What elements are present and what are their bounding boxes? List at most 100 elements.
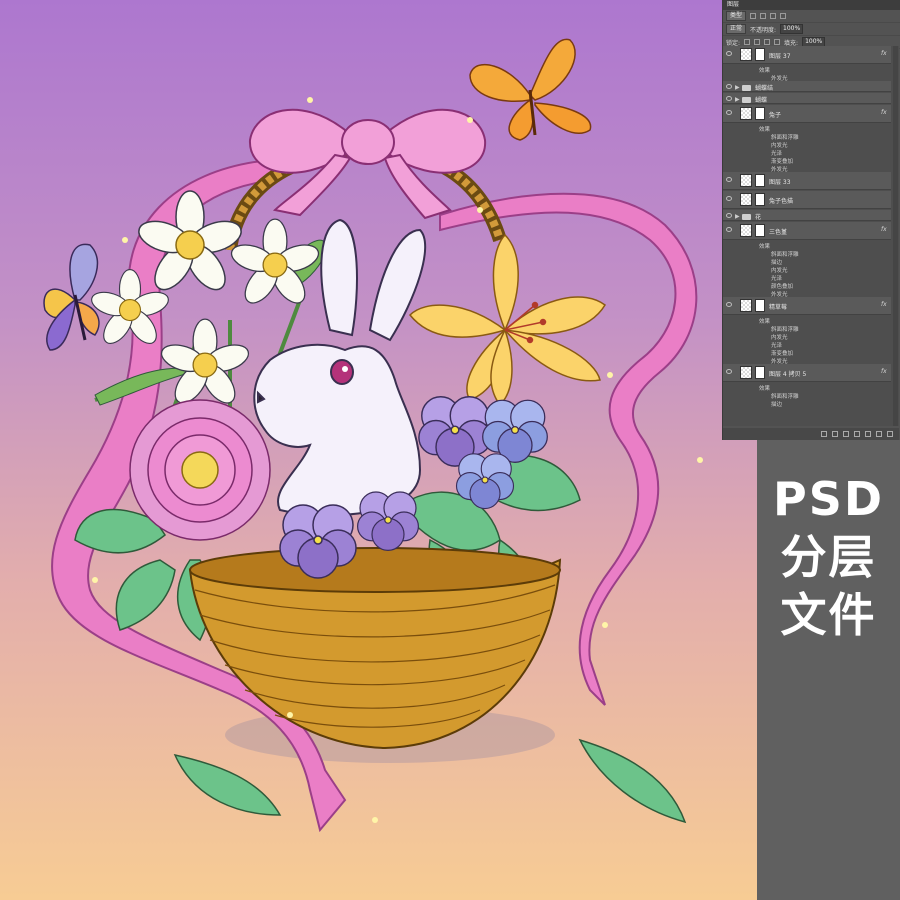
blend-row: 正常 不透明度: 100% — [723, 23, 900, 36]
layer-effects-label[interactable]: 效果 — [759, 66, 770, 74]
layer-effect-item[interactable]: 颜色叠加 — [771, 282, 793, 290]
bow — [248, 108, 487, 220]
visibility-eye-icon[interactable] — [726, 84, 732, 89]
layer-effects-label[interactable]: 效果 — [759, 384, 770, 392]
lock-all-icon[interactable] — [774, 39, 781, 45]
filter-adjust-icon[interactable] — [760, 13, 767, 19]
layer-mask-thumbnail — [755, 174, 765, 187]
layer-mask-thumbnail — [755, 224, 765, 237]
layer-effect-item[interactable]: 内发光 — [771, 333, 788, 341]
layer-mask-thumbnail — [755, 107, 765, 120]
opacity-input[interactable]: 100% — [780, 24, 804, 34]
layer-name: 图层 37 — [769, 53, 791, 60]
new-group-icon[interactable] — [865, 431, 871, 437]
layer-fx-badge[interactable]: fx — [881, 368, 887, 375]
caption-line-2: 分层 — [780, 530, 877, 584]
expand-arrow-icon[interactable]: ▶ — [735, 84, 740, 91]
layer-effect-item[interactable]: 描边 — [771, 400, 782, 408]
layer-mask-thumbnail — [755, 299, 765, 312]
layer-effect-item[interactable]: 斜面和浮雕 — [771, 250, 799, 258]
layer-effects-label[interactable]: 效果 — [759, 242, 770, 250]
folder-icon — [742, 97, 751, 103]
layer-fx-badge[interactable]: fx — [881, 50, 887, 57]
layer-effects-label[interactable]: 效果 — [759, 317, 770, 325]
filter-shape-icon[interactable] — [780, 13, 787, 19]
layer-mask-thumbnail — [755, 366, 765, 379]
layer-effect-item[interactable]: 光泽 — [771, 149, 782, 157]
layer-group-row[interactable]: ▶ 花 — [723, 210, 891, 221]
visibility-eye-icon[interactable] — [726, 177, 732, 182]
layer-effect-item[interactable]: 渐变叠加 — [771, 157, 793, 165]
layer-row[interactable]: 兔子 fx — [723, 105, 891, 123]
add-mask-icon[interactable] — [843, 431, 849, 437]
layer-effect-item[interactable]: 斜面和浮雕 — [771, 325, 799, 333]
layers-filter-row: 类型 — [723, 10, 900, 23]
layer-row[interactable]: 图层 37 fx — [723, 46, 891, 64]
visibility-eye-icon[interactable] — [726, 196, 732, 201]
butterfly-orange — [469, 38, 592, 141]
opacity-label: 不透明度: — [750, 26, 777, 34]
layer-effect-item[interactable]: 渐变叠加 — [771, 349, 793, 357]
layer-row[interactable]: 精草莓 fx — [723, 297, 891, 315]
adjustment-layer-icon[interactable] — [854, 431, 860, 437]
layer-effect-item[interactable]: 斜面和浮雕 — [771, 392, 799, 400]
layer-effect-item[interactable]: 描边 — [771, 258, 782, 266]
visibility-eye-icon[interactable] — [726, 227, 732, 232]
layer-effect-item[interactable]: 内发光 — [771, 141, 788, 149]
layer-group-row[interactable]: ▶ 蝴蝶 — [723, 93, 891, 104]
lock-transparent-icon[interactable] — [744, 39, 751, 45]
layer-name: 兔子色描 — [769, 198, 794, 205]
layer-mask-thumbnail — [755, 48, 765, 61]
layer-row[interactable]: 图层 33 — [723, 172, 891, 190]
layer-fx-badge[interactable]: fx — [881, 226, 887, 233]
visibility-eye-icon[interactable] — [726, 369, 732, 374]
peony — [129, 399, 271, 541]
layer-effect-item[interactable]: 光泽 — [771, 274, 782, 282]
filter-pixel-icon[interactable] — [750, 13, 757, 19]
blend-mode-select[interactable]: 正常 — [726, 24, 747, 34]
caption-text: PSD 分层 文件 — [757, 470, 900, 644]
layer-thumbnail — [740, 48, 752, 61]
layer-name: 图层 33 — [769, 179, 791, 186]
layer-row[interactable]: 图层 4 拷贝 5 fx — [723, 364, 891, 382]
add-style-icon[interactable] — [832, 431, 838, 437]
layer-row[interactable]: 三色堇 fx — [723, 222, 891, 240]
layer-thumbnail — [740, 107, 752, 120]
layer-thumbnail — [740, 174, 752, 187]
expand-arrow-icon[interactable]: ▶ — [735, 96, 740, 103]
visibility-eye-icon[interactable] — [726, 96, 732, 101]
layer-fx-badge[interactable]: fx — [881, 301, 887, 308]
layers-panel-title: 图层 — [723, 0, 900, 10]
layer-effect-item[interactable]: 斜面和浮雕 — [771, 133, 799, 141]
delete-layer-icon[interactable] — [887, 431, 893, 437]
layer-row[interactable]: 兔子色描 — [723, 191, 891, 209]
expand-arrow-icon[interactable]: ▶ — [735, 213, 740, 220]
layer-name: 精草莓 — [769, 304, 788, 311]
layer-fx-badge[interactable]: fx — [881, 109, 887, 116]
visibility-eye-icon[interactable] — [726, 213, 732, 218]
visibility-eye-icon[interactable] — [726, 110, 732, 115]
layer-mask-thumbnail — [755, 193, 765, 206]
link-layers-icon[interactable] — [821, 431, 827, 437]
folder-icon — [742, 214, 751, 220]
lily — [408, 233, 606, 407]
new-layer-icon[interactable] — [876, 431, 882, 437]
layer-group-row[interactable]: ▶ 蝴蝶结 — [723, 81, 891, 92]
butterfly-purple — [43, 243, 100, 351]
layer-name: 图层 4 拷贝 5 — [769, 371, 807, 378]
filter-kind-select[interactable]: 类型 — [726, 11, 747, 21]
lock-brush-icon[interactable] — [754, 39, 761, 45]
visibility-eye-icon[interactable] — [726, 51, 732, 56]
visibility-eye-icon[interactable] — [726, 302, 732, 307]
caption-line-3: 文件 — [780, 588, 877, 642]
layer-effect-item[interactable]: 光泽 — [771, 341, 782, 349]
layers-panel: 图层 类型 正常 不透明度: 100% 锁定: 填充: 100% 图层 37 fx… — [722, 0, 900, 440]
filter-text-icon[interactable] — [770, 13, 777, 19]
layer-effects-label[interactable]: 效果 — [759, 125, 770, 133]
layer-thumbnail — [740, 299, 752, 312]
layer-thumbnail — [740, 366, 752, 379]
lock-move-icon[interactable] — [764, 39, 771, 45]
layer-list-scrollbar[interactable] — [893, 46, 898, 426]
layer-name: 花 — [755, 214, 762, 221]
layer-effect-item[interactable]: 内发光 — [771, 266, 788, 274]
